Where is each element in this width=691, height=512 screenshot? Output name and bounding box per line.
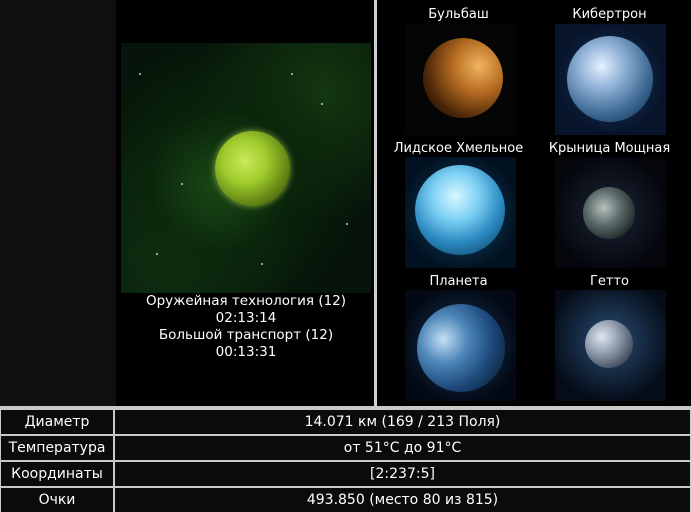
planet-name[interactable]: Крыница Мощная — [528, 141, 691, 156]
left-column — [0, 0, 116, 406]
info-row-coordinates: Координаты [2:237:5] — [0, 461, 691, 486]
current-planet-image — [121, 43, 371, 293]
research-queue: Оружейная технология (12) 02:13:14 Больш… — [118, 293, 374, 361]
planet-gallery: Бульбаш Кибертрон Лидское Хмельное Крыни… — [377, 0, 691, 406]
planet-grey-icon[interactable] — [555, 290, 666, 401]
planet-name[interactable]: Гетто — [528, 274, 691, 289]
planet-dark-icon[interactable] — [555, 157, 666, 268]
info-value[interactable]: [2:237:5] — [115, 462, 690, 486]
info-row-temperature: Температура от 51°С до 91°С — [0, 435, 691, 460]
research-item-timer: 00:13:31 — [215, 344, 277, 360]
info-label: Координаты — [1, 462, 113, 486]
planet-orange-icon[interactable] — [405, 24, 516, 135]
info-value: 14.071 км (169 / 213 Поля) — [115, 410, 690, 434]
info-value: от 51°С до 91°С — [115, 436, 690, 460]
planet-name[interactable]: Бульбаш — [377, 7, 540, 22]
research-item-name: Оружейная технология (12) — [145, 293, 347, 309]
planet-name[interactable]: Лидское Хмельное — [377, 141, 540, 156]
planet-cyan-icon[interactable] — [405, 157, 516, 268]
green-planet-icon — [215, 131, 290, 206]
planet-blue-ice-icon[interactable] — [555, 24, 666, 135]
planet-name[interactable]: Кибертрон — [528, 7, 691, 22]
info-label: Температура — [1, 436, 113, 460]
info-label: Очки — [1, 488, 113, 512]
planet-name[interactable]: Планета — [377, 274, 540, 289]
info-row-diameter: Диаметр 14.071 км (169 / 213 Поля) — [0, 409, 691, 434]
planet-info-table: Диаметр 14.071 км (169 / 213 Поля) Темпе… — [0, 406, 691, 512]
research-item-timer: 02:13:14 — [215, 310, 277, 326]
current-planet-panel: Оружейная технология (12) 02:13:14 Больш… — [118, 0, 374, 406]
planet-earth-icon[interactable] — [405, 290, 516, 401]
info-value: 493.850 (место 80 из 815) — [115, 488, 690, 512]
info-row-points: Очки 493.850 (место 80 из 815) — [0, 487, 691, 512]
research-item-name: Большой транспорт (12) — [158, 327, 334, 343]
info-label: Диаметр — [1, 410, 113, 434]
